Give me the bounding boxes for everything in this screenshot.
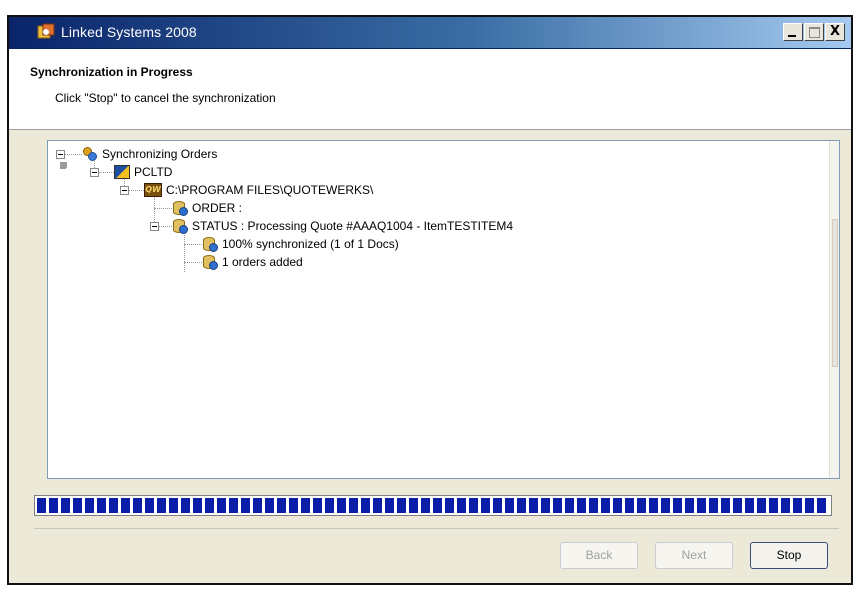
tree-connector (154, 208, 172, 209)
tree-connector (64, 154, 82, 155)
tree-node-status[interactable]: STATUS : Processing Quote #AAAQ1004 - It… (172, 217, 513, 235)
close-button[interactable]: X (825, 23, 845, 41)
collapse-toggle[interactable] (90, 168, 99, 177)
scrollbar-thumb[interactable] (832, 219, 838, 367)
collapse-toggle[interactable] (120, 186, 129, 195)
page-subtitle: Click "Stop" to cancel the synchronizati… (55, 91, 276, 105)
caption-buttons: X (783, 23, 845, 41)
tree-node-sync-percent[interactable]: 100% synchronized (1 of 1 Docs) (202, 235, 399, 253)
tree-node-quotewerks-path[interactable]: QW C:\PROGRAM FILES\QUOTEWERKS\ (144, 181, 373, 199)
window-title: Linked Systems 2008 (61, 24, 197, 40)
sync-gears-icon (82, 146, 98, 162)
tree-connector (184, 233, 185, 272)
sync-progress-bar (34, 495, 832, 516)
tree-node-order[interactable]: ORDER : (172, 199, 242, 217)
tree-node-synchronizing-orders[interactable]: Synchronizing Orders (82, 145, 217, 163)
tree-node-pcltd[interactable]: PCLTD (114, 163, 172, 181)
page-title: Synchronization in Progress (30, 65, 193, 79)
sync-wizard-window: Linked Systems 2008 X Synchronization in… (7, 15, 853, 585)
wizard-header: Synchronization in Progress Click "Stop"… (9, 49, 851, 130)
sync-tree-view[interactable]: Synchronizing Orders PCLTD QW C:\PROGRAM… (47, 140, 840, 479)
title-bar[interactable]: Linked Systems 2008 X (9, 17, 851, 49)
quotewerks-icon: QW (144, 183, 162, 197)
tree-scrollbar[interactable] (829, 141, 839, 478)
minimize-button[interactable] (783, 23, 803, 41)
tree-connector (184, 244, 202, 245)
footer-divider (34, 528, 839, 529)
collapse-toggle[interactable] (56, 150, 65, 159)
tree-node-orders-added[interactable]: 1 orders added (202, 253, 303, 271)
tree-connector (184, 262, 202, 263)
progress-fill (37, 498, 829, 513)
tree-connector (158, 226, 172, 227)
database-gear-icon (202, 236, 218, 252)
stop-button[interactable]: Stop (750, 542, 828, 569)
back-button[interactable]: Back (560, 542, 638, 569)
company-flag-icon (114, 165, 130, 179)
database-gear-icon (202, 254, 218, 270)
database-gear-icon (172, 218, 188, 234)
collapse-toggle[interactable] (150, 222, 159, 231)
database-gear-icon (172, 200, 188, 216)
tree-connector (60, 162, 66, 168)
maximize-button[interactable] (804, 23, 824, 41)
app-icon (37, 23, 55, 39)
next-button[interactable]: Next (655, 542, 733, 569)
